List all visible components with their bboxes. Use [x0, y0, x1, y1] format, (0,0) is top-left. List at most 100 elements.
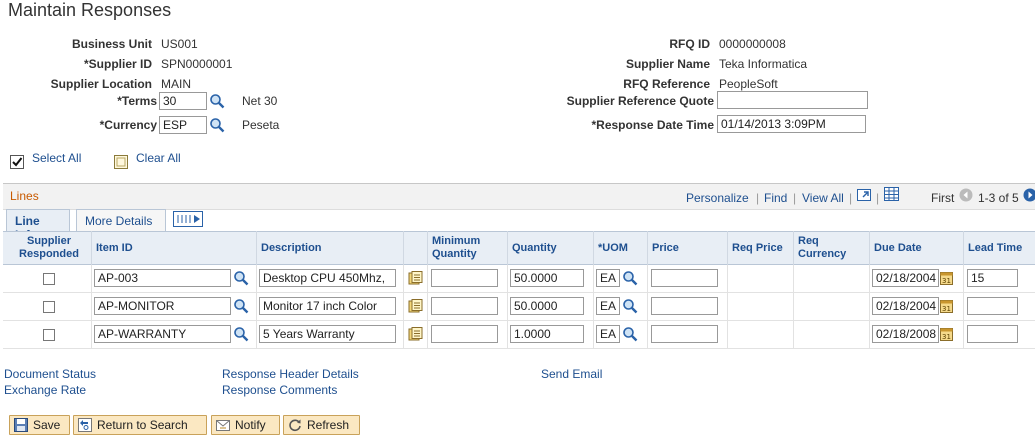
due-date-input[interactable]: 02/18/2004: [872, 297, 939, 315]
terms-lookup-icon[interactable]: [209, 93, 225, 109]
view-all-link[interactable]: View All: [802, 191, 844, 205]
item-lookup-icon[interactable]: [233, 326, 249, 342]
rfq-reference-value: PeopleSoft: [719, 77, 778, 91]
currency-input[interactable]: ESP: [159, 116, 207, 134]
uom-input[interactable]: EA: [596, 297, 620, 315]
item-id-input[interactable]: AP-MONITOR: [94, 297, 231, 315]
return-to-search-label: Return to Search: [97, 418, 188, 432]
separator: |: [756, 191, 760, 205]
clear-all-box-icon[interactable]: [114, 155, 128, 169]
clear-all-link[interactable]: Clear All: [136, 151, 181, 165]
supplier-reference-quote-label: Supplier Reference Quote: [566, 94, 714, 108]
tab-line-info[interactable]: Line Info: [6, 209, 70, 242]
calendar-icon[interactable]: 31: [940, 327, 953, 341]
refresh-button[interactable]: Refresh: [283, 415, 360, 435]
supplier-id-label: *Supplier ID: [83, 57, 152, 71]
price-input[interactable]: [651, 269, 718, 287]
uom-lookup-icon[interactable]: [622, 298, 638, 314]
notes-icon[interactable]: [408, 271, 423, 285]
document-status-link[interactable]: Document Status: [4, 367, 96, 381]
separator: |: [793, 191, 797, 205]
supplier-name-value: Teka Informatica: [719, 57, 808, 71]
supplier-responded-checkbox[interactable]: [43, 329, 55, 341]
col-req-currency: Req Currency: [793, 231, 869, 265]
uom-lookup-icon[interactable]: [622, 270, 638, 286]
select-all-check-icon[interactable]: [10, 155, 24, 169]
uom-input[interactable]: EA: [596, 325, 620, 343]
zoom-grid-icon[interactable]: [857, 188, 872, 202]
rfq-id-value: 0000000008: [719, 37, 786, 51]
send-email-link[interactable]: Send Email: [541, 367, 602, 381]
notes-icon[interactable]: [408, 299, 423, 313]
minimum-quantity-input[interactable]: [431, 297, 498, 315]
supplier-location-value: MAIN: [161, 77, 191, 91]
download-spreadsheet-icon[interactable]: [884, 187, 899, 201]
grid-header-bar: [3, 184, 1035, 210]
item-lookup-icon[interactable]: [233, 298, 249, 314]
supplier-responded-checkbox[interactable]: [43, 301, 55, 313]
notify-button[interactable]: Notify: [211, 415, 280, 435]
refresh-label: Refresh: [307, 418, 350, 432]
description-input[interactable]: 5 Years Warranty: [259, 325, 396, 343]
col-uom: *UOM: [593, 231, 647, 265]
business-unit-label: Business Unit: [71, 37, 152, 51]
item-id-input[interactable]: AP-WARRANTY: [94, 325, 231, 343]
personalize-link[interactable]: Personalize: [686, 191, 749, 205]
supplier-responded-checkbox[interactable]: [43, 273, 55, 285]
save-button-label: Save: [33, 418, 61, 432]
calendar-icon[interactable]: 31: [940, 271, 953, 285]
save-button[interactable]: Save: [9, 415, 70, 435]
response-date-time-label: *Response Date Time: [591, 118, 715, 132]
find-link[interactable]: Find: [764, 191, 787, 205]
currency-label: *Currency: [99, 118, 157, 132]
lead-time-input[interactable]: [967, 325, 1018, 343]
uom-input[interactable]: EA: [596, 269, 620, 287]
svg-text:31: 31: [942, 277, 951, 285]
calendar-icon[interactable]: 31: [940, 299, 953, 313]
grid-title: Lines: [10, 189, 39, 203]
show-all-columns-icon[interactable]: [173, 211, 203, 227]
save-disk-icon: [14, 418, 28, 432]
minimum-quantity-input[interactable]: [431, 269, 498, 287]
terms-input[interactable]: 30: [159, 92, 207, 110]
row-range: 1-3 of 5: [978, 191, 1019, 205]
select-all-link[interactable]: Select All: [32, 151, 81, 165]
quantity-input[interactable]: 1.0000: [510, 325, 584, 343]
supplier-id-value: SPN0000001: [161, 57, 233, 71]
description-input[interactable]: Monitor 17 inch Color: [259, 297, 396, 315]
due-date-input[interactable]: 02/18/2004: [872, 269, 939, 287]
col-lead-time: Lead Time: [963, 231, 1035, 265]
quantity-input[interactable]: 50.0000: [510, 269, 584, 287]
col-description: Description: [256, 231, 403, 265]
next-arrow-icon[interactable]: [1023, 188, 1035, 202]
business-unit-value: US001: [161, 37, 198, 51]
first-label[interactable]: First: [931, 191, 954, 205]
notes-icon[interactable]: [408, 327, 423, 341]
item-lookup-icon[interactable]: [233, 270, 249, 286]
response-date-time-input[interactable]: 01/14/2013 3:09PM: [717, 115, 866, 133]
lead-time-input[interactable]: [967, 297, 1018, 315]
col-quantity: Quantity: [507, 231, 593, 265]
previous-arrow-icon[interactable]: [959, 188, 973, 202]
uom-lookup-icon[interactable]: [622, 326, 638, 342]
exchange-rate-link[interactable]: Exchange Rate: [4, 383, 86, 397]
response-header-details-link[interactable]: Response Header Details: [222, 367, 359, 381]
supplier-reference-quote-input[interactable]: [717, 91, 868, 109]
supplier-location-label: Supplier Location: [50, 77, 152, 91]
return-to-search-button[interactable]: Return to Search: [73, 415, 207, 435]
terms-label: *Terms: [117, 94, 157, 108]
notify-icon: [216, 420, 230, 431]
price-input[interactable]: [651, 325, 718, 343]
tab-more-details[interactable]: More Details: [76, 209, 166, 231]
price-input[interactable]: [651, 297, 718, 315]
currency-lookup-icon[interactable]: [209, 117, 225, 133]
minimum-quantity-input[interactable]: [431, 325, 498, 343]
response-comments-link[interactable]: Response Comments: [222, 383, 337, 397]
description-input[interactable]: Desktop CPU 450Mhz,: [259, 269, 396, 287]
due-date-input[interactable]: 02/18/2008: [872, 325, 939, 343]
quantity-input[interactable]: 50.0000: [510, 297, 584, 315]
col-description-spacer: [403, 231, 427, 265]
item-id-input[interactable]: AP-003: [94, 269, 231, 287]
separator: |: [876, 191, 880, 205]
lead-time-input[interactable]: 15: [967, 269, 1018, 287]
